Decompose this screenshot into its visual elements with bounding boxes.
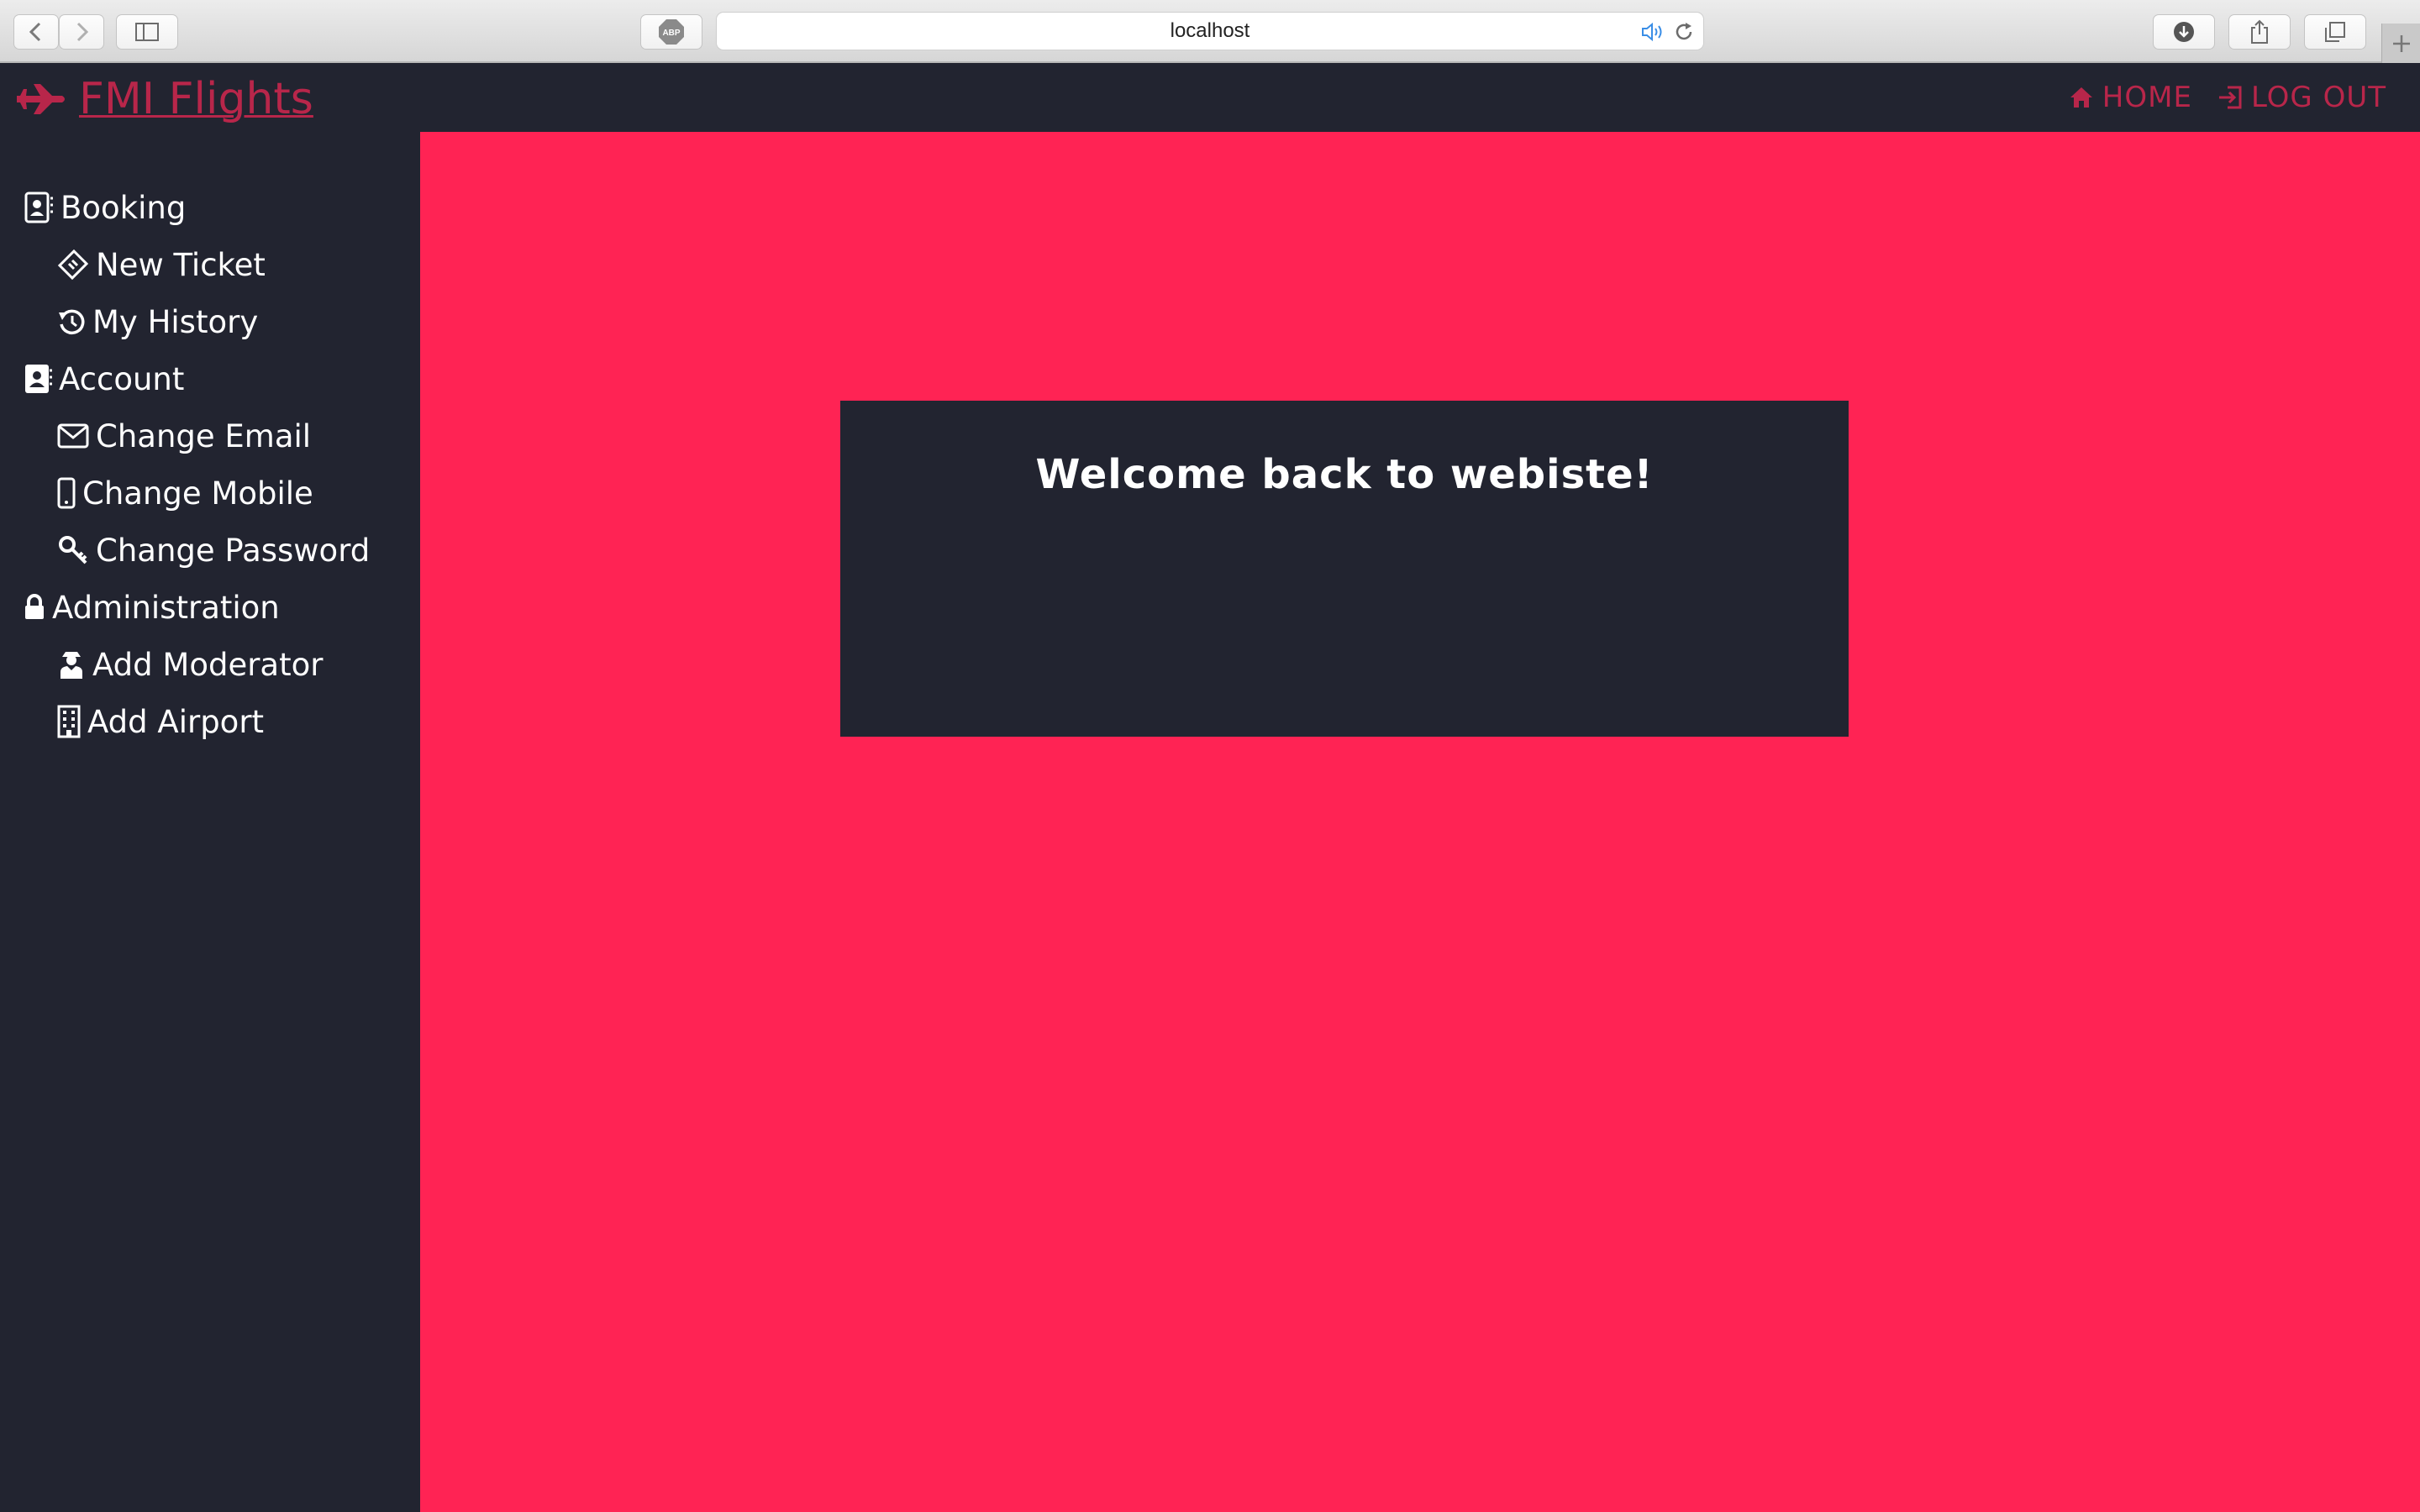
- main-content: Welcome back to webiste!: [420, 132, 2420, 1512]
- adblock-icon: ABP: [659, 19, 684, 45]
- sidebar-item-label: Change Mobile: [82, 475, 313, 512]
- contact-icon: [24, 363, 52, 395]
- sidebar-item-label: Account: [59, 360, 185, 397]
- forward-button[interactable]: [59, 14, 104, 50]
- share-icon: [2251, 19, 2268, 44]
- header-nav: HOME LOG OUT: [2069, 80, 2386, 115]
- mobile-icon: [57, 477, 76, 509]
- history-icon: [57, 307, 86, 336]
- sidebar-item-add-airport[interactable]: Add Airport: [57, 698, 264, 745]
- back-button[interactable]: [13, 14, 59, 50]
- share-button[interactable]: [2228, 14, 2291, 50]
- sidebar-item-label: Add Moderator: [92, 646, 324, 683]
- adblock-label: ABP: [662, 29, 680, 38]
- sidebar-item-change-mobile[interactable]: Change Mobile: [57, 470, 313, 517]
- logout-link[interactable]: LOG OUT: [2217, 81, 2386, 114]
- sidebar-item-label: Add Airport: [87, 703, 265, 740]
- back-icon: [29, 22, 41, 42]
- home-icon: [2070, 87, 2092, 108]
- sidebar-item-label: My History: [92, 303, 259, 340]
- sidebar-icon: [135, 23, 159, 41]
- sidebar-item-my-history[interactable]: My History: [57, 298, 258, 345]
- brand-link[interactable]: FMI Flights: [15, 73, 313, 125]
- home-link[interactable]: HOME: [2069, 81, 2192, 114]
- envelope-icon: [57, 423, 89, 449]
- sidebar-item-change-email[interactable]: Change Email: [57, 412, 311, 459]
- booking-icon: [24, 191, 54, 224]
- forward-icon: [76, 22, 89, 42]
- home-label: HOME: [2102, 81, 2192, 114]
- downloads-button[interactable]: [2153, 14, 2215, 50]
- tabs-icon: [2325, 22, 2345, 42]
- new-tab-icon: [2392, 34, 2410, 52]
- reload-icon[interactable]: [1673, 21, 1695, 43]
- sidebar-item-label: New Ticket: [96, 246, 266, 283]
- sidebar-item-change-password[interactable]: Change Password: [57, 527, 370, 574]
- sidebar-item-label: Booking: [60, 189, 187, 226]
- sidebar-item-account[interactable]: Account: [24, 355, 184, 402]
- ticket-icon: [57, 249, 89, 281]
- sidebar-item-new-ticket[interactable]: New Ticket: [57, 241, 266, 288]
- moderator-icon: [57, 648, 86, 680]
- sidebar-item-add-moderator[interactable]: Add Moderator: [57, 641, 323, 688]
- logout-icon: [2218, 86, 2242, 109]
- audio-icon[interactable]: [1641, 22, 1666, 42]
- address-url[interactable]: localhost: [717, 13, 1703, 50]
- sidebar: Booking New Ticket My History Account Ch…: [0, 132, 420, 1512]
- welcome-panel: Welcome back to webiste!: [840, 401, 1849, 737]
- sidebar-item-administration[interactable]: Administration: [24, 584, 280, 631]
- brand-title: FMI Flights: [79, 74, 313, 124]
- logout-label: LOG OUT: [2250, 81, 2386, 114]
- sidebar-item-booking[interactable]: Booking: [24, 184, 186, 231]
- address-bar[interactable]: localhost: [716, 12, 1704, 50]
- welcome-title: Welcome back to webiste!: [1035, 451, 1654, 498]
- sidebar-item-label: Change Password: [96, 532, 371, 569]
- sidebar-toggle-button[interactable]: [116, 14, 178, 50]
- lock-icon: [24, 594, 45, 621]
- plane-icon: [17, 84, 65, 114]
- tabs-button[interactable]: [2304, 14, 2366, 50]
- sidebar-item-label: Change Email: [96, 417, 312, 454]
- sidebar-item-label: Administration: [52, 589, 280, 626]
- key-icon: [57, 534, 89, 566]
- browser-toolbar: ABP localhost: [0, 0, 2420, 63]
- building-icon: [57, 705, 81, 738]
- downloads-icon: [2174, 22, 2194, 42]
- site-header: FMI Flights HOME LOG OUT: [0, 63, 2420, 132]
- adblock-button[interactable]: ABP: [640, 14, 702, 50]
- new-tab-button[interactable]: [2381, 24, 2420, 63]
